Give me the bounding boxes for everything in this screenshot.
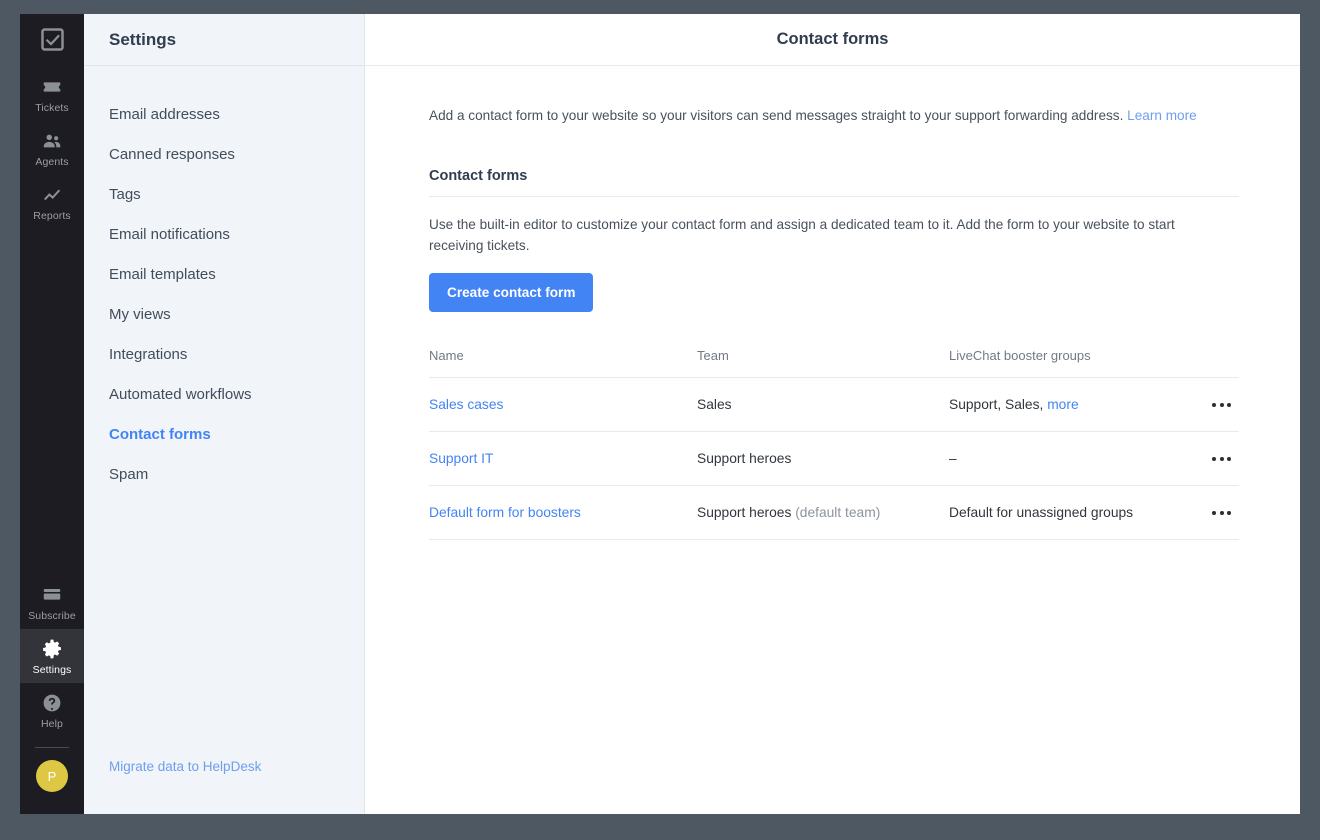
- rail-item-subscribe[interactable]: Subscribe: [20, 575, 84, 629]
- ellipsis-icon[interactable]: [1193, 402, 1239, 407]
- main-panel: Contact forms Add a contact form to your…: [365, 14, 1300, 814]
- rail-item-agents[interactable]: Agents: [20, 121, 84, 175]
- main-header: Contact forms: [365, 14, 1300, 66]
- cell-name: Default form for boosters: [429, 485, 697, 540]
- table-header-row: Name Team LiveChat booster groups: [429, 348, 1239, 378]
- cell-name: Support IT: [429, 431, 697, 486]
- credit-card-icon: [43, 589, 61, 600]
- cell-groups: Default for unassigned groups: [949, 485, 1193, 540]
- settings-sidebar-footer: Migrate data to HelpDesk: [84, 758, 364, 814]
- rail-label-tickets: Tickets: [35, 102, 69, 114]
- main-body: Add a contact form to your website so yo…: [365, 66, 1300, 814]
- ellipsis-icon[interactable]: [1193, 456, 1239, 461]
- settings-title: Settings: [109, 29, 177, 49]
- rail-item-help[interactable]: Help: [20, 683, 84, 737]
- team-suffix: (default team): [795, 505, 881, 520]
- cell-team: Sales: [697, 377, 949, 432]
- content-column: Add a contact form to your website so yo…: [429, 106, 1239, 540]
- form-name-link[interactable]: Support IT: [429, 451, 493, 466]
- form-name-link[interactable]: Default form for boosters: [429, 505, 581, 520]
- cell-name: Sales cases: [429, 377, 697, 432]
- ellipsis-icon[interactable]: [1193, 510, 1239, 515]
- cell-groups: –: [949, 431, 1193, 486]
- learn-more-link[interactable]: Learn more: [1127, 108, 1197, 123]
- sidebar-item-spam[interactable]: Spam: [84, 455, 364, 495]
- sidebar-item-email-notifications[interactable]: Email notifications: [84, 215, 364, 255]
- rail-divider: [35, 747, 69, 748]
- table-row: Support IT Support heroes –: [429, 431, 1239, 486]
- create-contact-form-button[interactable]: Create contact form: [429, 273, 594, 312]
- page-title: Contact forms: [776, 30, 889, 48]
- cell-team: Support heroes: [697, 431, 949, 486]
- column-header-team: Team: [697, 348, 949, 378]
- settings-nav-list: Email addresses Canned responses Tags Em…: [84, 66, 364, 758]
- table-row: Sales cases Sales Support, Sales, more: [429, 377, 1239, 432]
- cell-menu: [1193, 431, 1239, 486]
- sidebar-item-automated-workflows[interactable]: Automated workflows: [84, 375, 364, 415]
- sidebar-item-email-templates[interactable]: Email templates: [84, 255, 364, 295]
- settings-sidebar-header: Settings: [84, 14, 364, 66]
- gear-icon: [43, 639, 61, 659]
- sidebar-item-contact-forms[interactable]: Contact forms: [84, 415, 364, 455]
- intro-paragraph: Add a contact form to your website so yo…: [429, 106, 1239, 126]
- cell-menu: [1193, 377, 1239, 432]
- sidebar-item-integrations[interactable]: Integrations: [84, 335, 364, 375]
- section-description: Use the built-in editor to customize you…: [429, 217, 1175, 253]
- groups-more-link[interactable]: more: [1047, 397, 1078, 412]
- table-row: Default form for boosters Support heroes…: [429, 485, 1239, 540]
- cell-groups: Support, Sales, more: [949, 377, 1193, 432]
- rail-item-tickets[interactable]: Tickets: [20, 67, 84, 121]
- cell-menu: [1193, 485, 1239, 540]
- rail-item-settings[interactable]: Settings: [20, 629, 84, 683]
- rail-label-help: Help: [41, 718, 63, 730]
- reports-icon: [44, 189, 61, 201]
- rail-label-settings: Settings: [32, 664, 72, 676]
- groups-text: –: [949, 451, 957, 466]
- application-window: Tickets Agents Reports Subscribe Setting…: [20, 14, 1300, 814]
- rail-label-agents: Agents: [35, 156, 69, 168]
- table-body: Sales cases Sales Support, Sales, more S…: [429, 377, 1239, 540]
- groups-text: Default for unassigned groups: [949, 505, 1134, 520]
- form-name-link[interactable]: Sales cases: [429, 397, 503, 412]
- sidebar-item-tags[interactable]: Tags: [84, 175, 364, 215]
- migrate-data-link[interactable]: Migrate data to HelpDesk: [109, 759, 261, 774]
- groups-text: Support, Sales,: [949, 397, 1044, 412]
- cell-team: Support heroes (default team): [697, 485, 949, 540]
- table-head: Name Team LiveChat booster groups: [429, 348, 1239, 378]
- agents-icon: [43, 134, 61, 148]
- column-header-groups: LiveChat booster groups: [949, 348, 1193, 378]
- ticket-icon: [43, 82, 61, 92]
- team-name: Sales: [697, 397, 732, 412]
- column-header-menu: [1193, 348, 1239, 378]
- team-name: Support heroes: [697, 505, 792, 520]
- check-square-logo-icon: [40, 28, 64, 51]
- settings-sidebar: Settings Email addresses Canned response…: [84, 14, 365, 814]
- contact-forms-table: Name Team LiveChat booster groups Sales …: [429, 348, 1239, 540]
- rail-item-reports[interactable]: Reports: [20, 175, 84, 229]
- column-header-name: Name: [429, 348, 697, 378]
- help-circle-icon: [43, 694, 61, 712]
- user-avatar[interactable]: P: [36, 760, 68, 792]
- rail-label-reports: Reports: [33, 210, 71, 222]
- primary-icon-rail: Tickets Agents Reports Subscribe Setting…: [20, 14, 84, 814]
- sidebar-item-my-views[interactable]: My views: [84, 295, 364, 335]
- sidebar-item-canned-responses[interactable]: Canned responses: [84, 135, 364, 175]
- app-logo[interactable]: [20, 26, 84, 53]
- section-title: Contact forms: [429, 168, 1239, 197]
- team-name: Support heroes: [697, 451, 792, 466]
- sidebar-item-email-addresses[interactable]: Email addresses: [84, 95, 364, 135]
- rail-label-subscribe: Subscribe: [28, 610, 76, 622]
- intro-text: Add a contact form to your website so yo…: [429, 108, 1124, 123]
